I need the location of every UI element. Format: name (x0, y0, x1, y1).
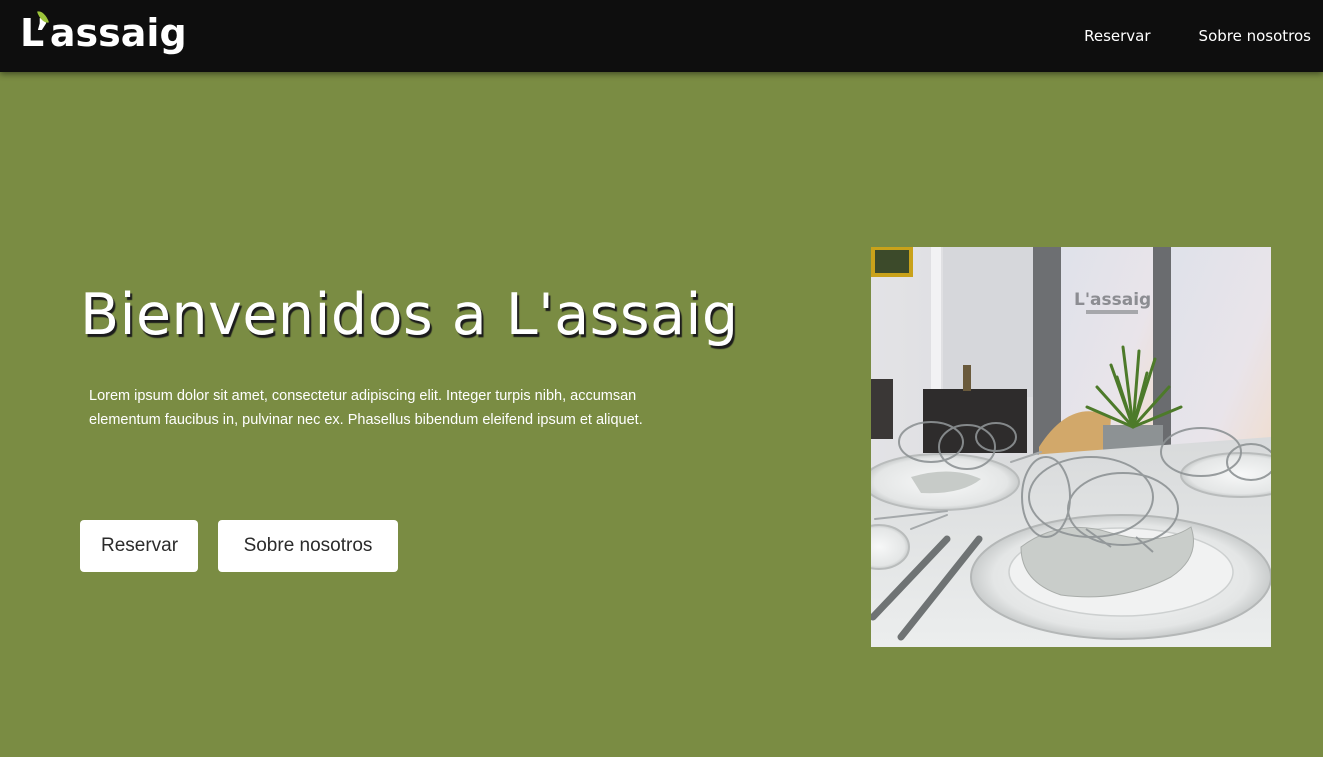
restaurant-table-photo: L'assaig (871, 247, 1271, 647)
navbar: L’assaig Reservar Sobre nosotros (0, 0, 1323, 72)
svg-text:L'assaig: L'assaig (1074, 290, 1151, 310)
nav-menu: Reservar Sobre nosotros (1036, 0, 1311, 72)
nav-link-reservar[interactable]: Reservar (1084, 27, 1150, 45)
hero-title: Bienvenidos a L'assaig (80, 282, 739, 348)
reserve-button[interactable]: Reservar (80, 520, 198, 572)
nav-link-sobre-nosotros[interactable]: Sobre nosotros (1199, 27, 1311, 45)
hero-description: Lorem ipsum dolor sit amet, consectetur … (89, 388, 643, 428)
logo[interactable]: L’assaig (20, 6, 187, 60)
about-button[interactable]: Sobre nosotros (218, 520, 398, 572)
